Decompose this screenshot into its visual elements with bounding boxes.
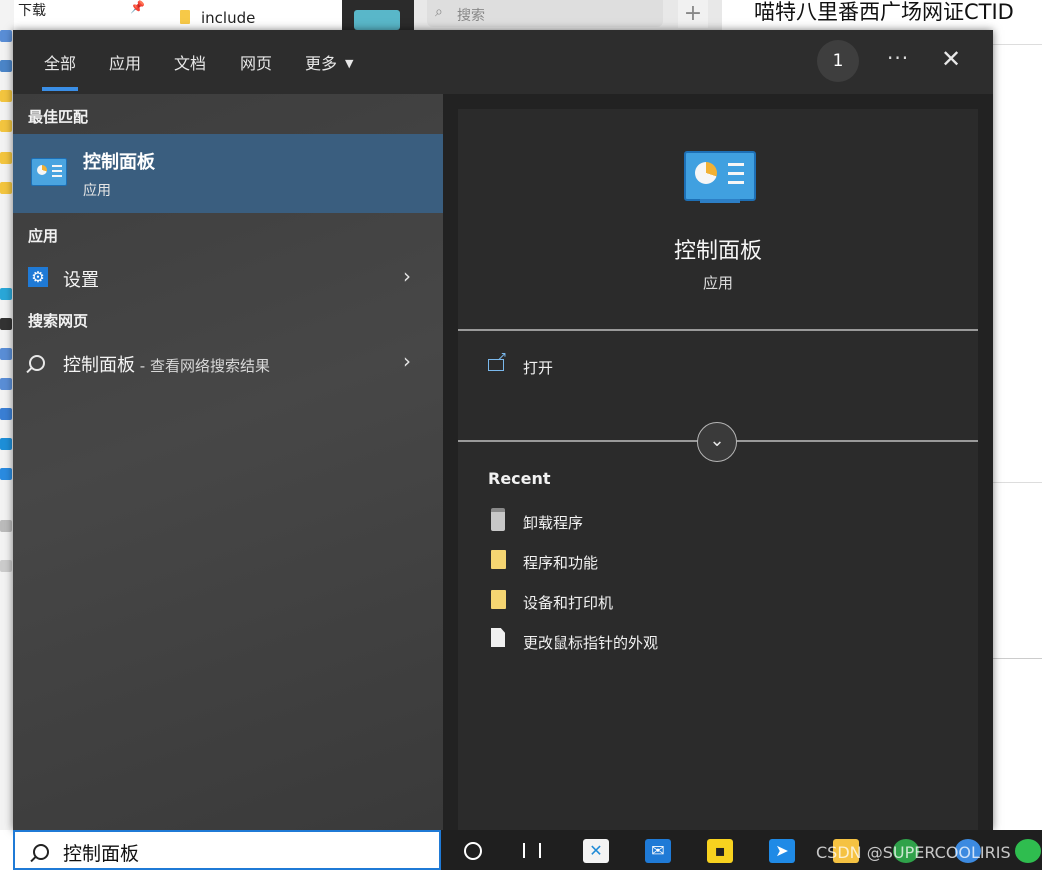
divider	[993, 482, 1042, 483]
expand-chevron-icon[interactable]: ⌄	[697, 422, 737, 462]
tab-all[interactable]: 全部	[41, 50, 79, 91]
nav-icon	[0, 30, 12, 42]
recent-label: 更改鼠标指针的外观	[523, 634, 659, 652]
cortana-icon[interactable]	[464, 842, 482, 860]
recent-label: 设备和打印机	[523, 594, 614, 612]
new-tab-button[interactable]: +	[678, 0, 708, 28]
control-panel-icon	[684, 151, 756, 203]
folder-icon	[0, 120, 12, 132]
folder-icon	[0, 152, 12, 164]
task-view-icon[interactable]	[523, 843, 541, 858]
tab-web-label: 网页	[240, 54, 273, 73]
drive-icon	[0, 560, 12, 572]
more-options-icon[interactable]: ···	[887, 46, 909, 70]
watermark: CSDN @SUPERCOOLIRIS	[816, 843, 1011, 862]
detail-pane: 控制面板 应用 打开 ⌄ Recent 卸载程序 程序和功能 设备和打印机 更改…	[458, 109, 978, 830]
nav-icon	[0, 60, 12, 72]
search-placeholder: 搜索	[457, 8, 485, 24]
gear-icon: ⚙	[28, 267, 48, 287]
recent-item-programs[interactable]: 程序和功能	[488, 547, 958, 579]
best-match-heading: 最佳匹配	[28, 108, 89, 126]
web-query: 控制面板	[63, 355, 135, 376]
best-match-title: 控制面板	[83, 152, 155, 173]
taskbar-search-box[interactable]	[13, 830, 441, 870]
divider	[993, 658, 1042, 659]
folder-icon	[0, 90, 12, 102]
result-label: 控制面板 - 查看网络搜索结果	[63, 351, 270, 377]
search-icon	[29, 355, 45, 371]
detail-subtitle: 应用	[702, 274, 733, 292]
divider	[993, 44, 1042, 45]
xmind-icon[interactable]: ✕	[583, 839, 609, 863]
sticky-notes-icon[interactable]: ▪	[707, 839, 733, 863]
search-icon	[33, 844, 49, 860]
best-match-subtitle: 应用	[83, 183, 111, 199]
start-menu-search-panel: 全部 应用 文档 网页 更多 ▼ 1 ··· ✕ 最佳匹配 控制面板 应用 应用 …	[13, 30, 993, 830]
chevron-right-icon[interactable]: ›	[403, 264, 411, 288]
drive-icon	[0, 520, 12, 532]
installer-icon	[491, 508, 505, 531]
folder-icon	[180, 10, 190, 24]
folder-icon	[491, 550, 506, 569]
search-icon: ⌕	[435, 4, 443, 20]
web-query-hint: - 查看网络搜索结果	[135, 357, 270, 375]
web-search-heading: 搜索网页	[28, 312, 89, 330]
recent-item-uninstall[interactable]: 卸载程序	[488, 507, 958, 539]
nav-icon	[0, 468, 12, 480]
chevron-right-icon[interactable]: ›	[403, 349, 411, 373]
open-icon	[488, 349, 507, 371]
tab-web[interactable]: 网页	[240, 50, 272, 74]
pin-icon: 📌	[130, 0, 145, 14]
recent-item-mouse-pointer[interactable]: 更改鼠标指针的外观	[488, 627, 958, 659]
recent-label: 程序和功能	[523, 554, 599, 572]
recent-item-devices[interactable]: 设备和打印机	[488, 587, 958, 619]
browser-search-box[interactable]: ⌕ 搜索	[427, 0, 663, 27]
caret-down-icon: ▼	[345, 57, 354, 70]
folder-icon	[491, 590, 506, 609]
document-icon	[491, 628, 505, 647]
tab-apps[interactable]: 应用	[109, 50, 141, 74]
search-tabs: 全部 应用 文档 网页 更多 ▼ 1 ··· ✕	[13, 30, 993, 94]
tab-documents[interactable]: 文档	[174, 50, 206, 74]
folder-icon	[0, 182, 12, 194]
wechat-icon[interactable]	[1015, 839, 1041, 863]
explorer-item-downloads[interactable]: 下载	[18, 0, 46, 20]
control-panel-icon	[31, 158, 67, 186]
nav-icon	[0, 348, 12, 360]
app-thumbnail	[342, 0, 414, 30]
best-match-result[interactable]: 控制面板 应用	[13, 134, 443, 213]
nav-icon	[0, 288, 12, 300]
nav-icon	[0, 378, 12, 390]
recent-label: 卸载程序	[523, 514, 584, 532]
tab-more[interactable]: 更多 ▼	[305, 50, 353, 74]
music-icon	[0, 438, 12, 450]
document-title: 喵特八里番西广场网证CTID	[754, 0, 1014, 24]
open-label: 打开	[523, 359, 554, 377]
download-icon	[0, 408, 12, 420]
divider	[458, 329, 978, 331]
apps-heading: 应用	[28, 227, 59, 245]
tab-more-label: 更多	[305, 54, 338, 73]
recent-heading: Recent	[488, 469, 551, 488]
result-settings[interactable]: ⚙ 设置 ›	[13, 258, 443, 298]
detail-title: 控制面板	[673, 239, 762, 264]
rewards-badge[interactable]: 1	[817, 40, 859, 82]
result-web-search[interactable]: 控制面板 - 查看网络搜索结果 ›	[13, 343, 443, 383]
results-list: 最佳匹配 控制面板 应用 应用 ⚙ 设置 › 搜索网页 控制面板 - 查看网络搜…	[13, 94, 443, 830]
search-input[interactable]	[61, 838, 425, 866]
feishu-icon[interactable]: ➤	[769, 839, 795, 863]
result-label: 设置	[63, 270, 99, 291]
open-action[interactable]: 打开	[458, 345, 978, 385]
close-icon[interactable]: ✕	[941, 45, 961, 73]
folder-include[interactable]: include	[201, 9, 255, 27]
mail-icon[interactable]: ✉	[645, 839, 671, 863]
nav-icon	[0, 318, 12, 330]
